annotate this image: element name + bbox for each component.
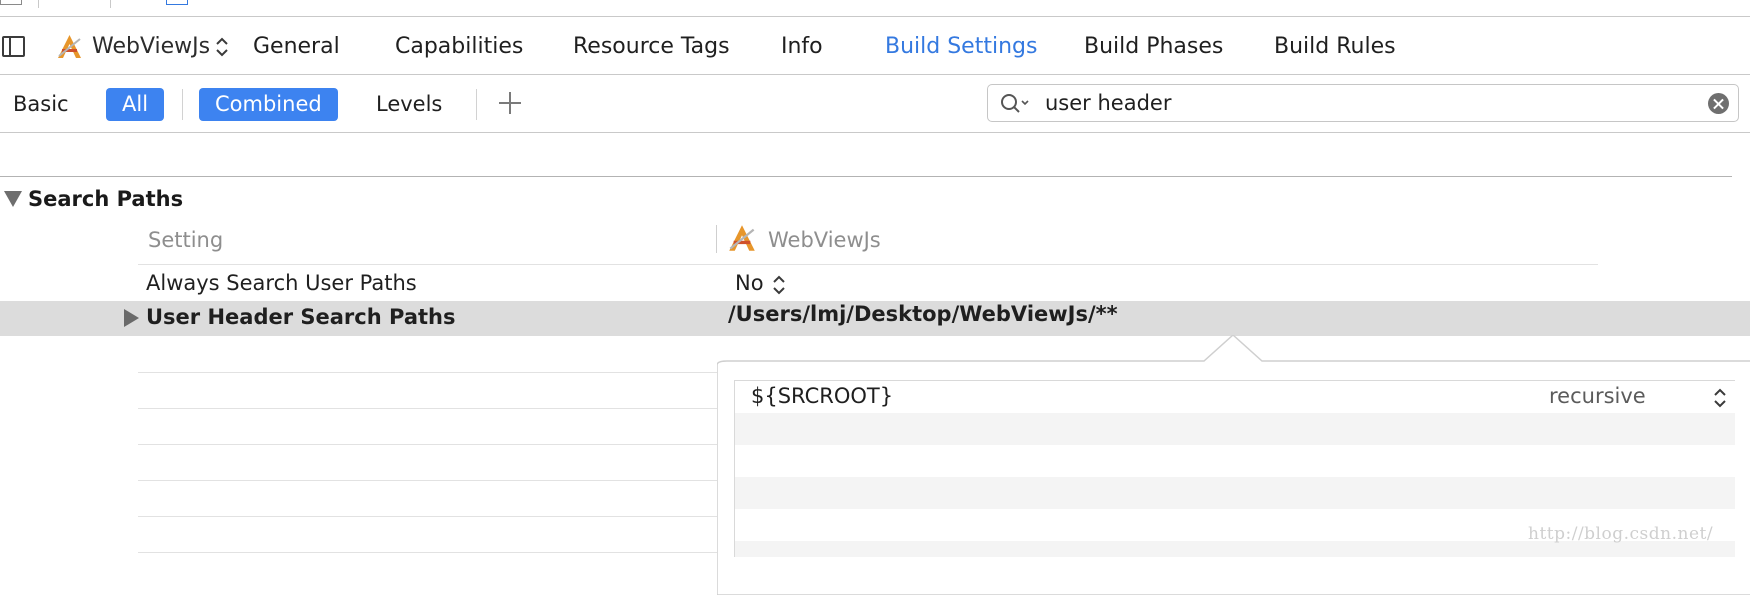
chevron-updown-icon[interactable] [772,273,786,297]
chevron-updown-icon[interactable] [215,35,229,59]
watermark: http://blog.csdn.net/ [1528,524,1714,544]
column-divider [716,225,717,253]
app-target-icon [58,35,81,58]
tab-resource-tags[interactable]: Resource Tags [573,34,730,59]
filter-basic-button[interactable]: Basic [13,88,69,121]
list-item [735,413,1735,445]
section-title: Search Paths [28,187,184,211]
setting-value-popup[interactable]: No [735,271,764,295]
tab-info[interactable]: Info [781,34,823,59]
view-levels-button[interactable]: Levels [376,88,442,121]
chevron-updown-icon[interactable] [1713,386,1727,410]
disclosure-triangle-expanded-icon[interactable] [4,191,22,207]
plus-icon[interactable] [497,90,523,116]
column-header-setting: Setting [148,228,224,252]
editor-tab-bar: WebViewJs General Capabilities Resource … [0,17,1750,75]
clear-circle-icon[interactable] [1708,93,1729,114]
divider [110,0,111,8]
window-top-edge [0,0,1750,17]
divider [182,89,183,120]
app-target-icon [729,225,755,251]
tab-general[interactable]: General [253,34,340,59]
column-header-target: WebViewJs [768,228,881,252]
setting-label: Always Search User Paths [146,271,417,295]
tab-build-rules[interactable]: Build Rules [1274,34,1396,59]
target-selector-label[interactable]: WebViewJs [92,34,210,59]
list-item[interactable]: ${SRCROOT} recursive [735,381,1735,413]
list-item [735,445,1735,477]
divider [0,176,1732,177]
build-settings-filter-bar: Basic All Combined Levels [0,75,1750,133]
tab-capabilities[interactable]: Capabilities [395,34,523,59]
search-input[interactable] [1045,89,1645,117]
tab-build-phases[interactable]: Build Phases [1084,34,1223,59]
row-divider [138,264,1598,265]
sidebar-toggle-icon[interactable] [2,36,25,57]
editor-icon-fragment [166,0,188,5]
setting-label: User Header Search Paths [146,305,456,329]
search-path-value[interactable]: ${SRCROOT} [751,384,893,408]
filter-all-button[interactable]: All [106,88,165,121]
setting-value[interactable]: /Users/lmj/Desktop/WebViewJs/** [728,302,1118,326]
divider [476,89,477,120]
tab-build-settings[interactable]: Build Settings [885,34,1037,59]
recursion-mode-popup[interactable]: recursive [1549,384,1646,408]
settings-search-field[interactable] [987,84,1739,122]
magnifier-dropdown-icon[interactable] [1000,93,1034,115]
divider [38,0,39,8]
view-combined-button[interactable]: Combined [199,88,338,121]
list-item [735,477,1735,509]
disclosure-triangle-collapsed-icon[interactable] [124,309,139,327]
toolbar-icon-fragment [0,0,22,5]
